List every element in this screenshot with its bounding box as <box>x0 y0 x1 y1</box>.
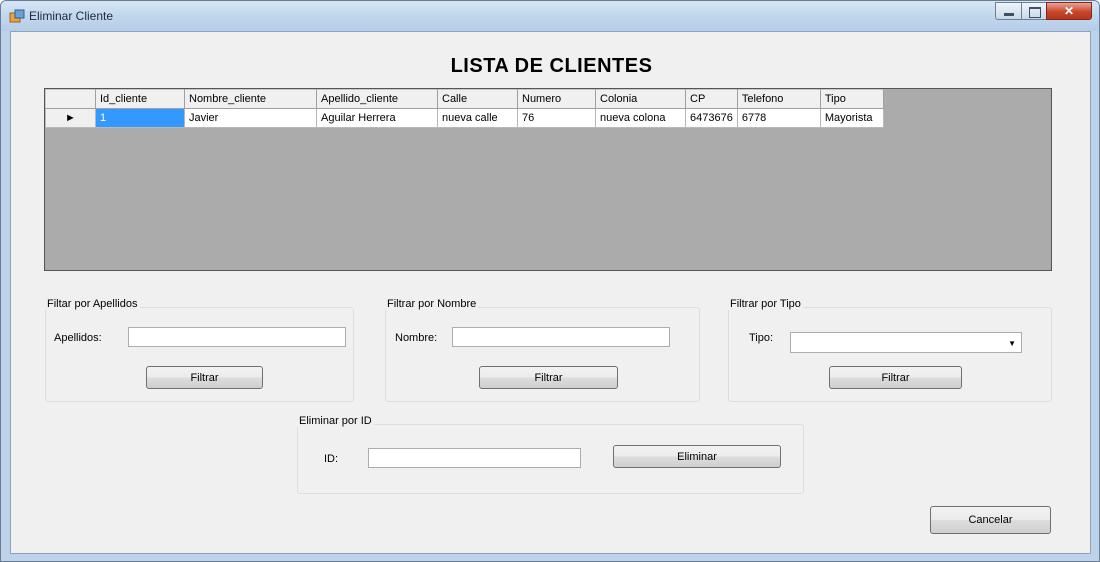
row-header-corner[interactable] <box>45 89 96 109</box>
id-input[interactable] <box>368 448 581 468</box>
form-client-area: LISTA DE CLIENTES Id_cliente Nombre_clie… <box>10 31 1091 554</box>
minimize-icon <box>1004 13 1014 16</box>
app-window: Eliminar Cliente ✕ LISTA DE CLIENTES Id_… <box>0 0 1100 562</box>
maximize-button[interactable] <box>1021 2 1047 20</box>
table-cell[interactable]: Javier <box>184 108 317 128</box>
column-header[interactable]: Colonia <box>595 89 686 109</box>
column-header[interactable]: Id_cliente <box>95 89 185 109</box>
eliminar-legend: Eliminar por ID <box>297 415 374 427</box>
cancel-button[interactable]: Cancelar <box>930 506 1051 534</box>
table-row[interactable]: ► 1 Javier Aguilar Herrera nueva calle 7… <box>45 108 884 128</box>
apellidos-input[interactable] <box>128 327 346 347</box>
page-title: LISTA DE CLIENTES <box>450 55 653 77</box>
column-header[interactable]: Numero <box>517 89 596 109</box>
table-cell[interactable]: Mayorista <box>819 108 884 128</box>
column-header[interactable]: Telefono <box>736 89 821 109</box>
column-header[interactable]: CP <box>685 89 738 109</box>
minimize-button[interactable] <box>995 2 1022 20</box>
table-cell[interactable]: Aguilar Herrera <box>316 108 438 128</box>
row-pointer-icon: ► <box>65 112 76 124</box>
title-bar[interactable]: Eliminar Cliente ✕ <box>1 1 1099 31</box>
tipo-label: Tipo: <box>749 332 774 344</box>
eliminar-button[interactable]: Eliminar <box>613 445 781 468</box>
table-cell[interactable]: 6473676 <box>685 108 738 128</box>
current-row-indicator[interactable]: ► <box>45 108 96 128</box>
table-cell[interactable]: nueva colona <box>595 108 686 128</box>
column-header[interactable]: Apellido_cliente <box>316 89 438 109</box>
window-app-icon <box>9 9 25 23</box>
table-cell[interactable]: 76 <box>517 108 596 128</box>
column-header[interactable]: Nombre_cliente <box>184 89 317 109</box>
table-header-row: Id_cliente Nombre_cliente Apellido_clien… <box>45 89 884 109</box>
chevron-down-icon[interactable]: ▼ <box>1008 339 1016 348</box>
tipo-dropdown[interactable]: ▼ <box>790 332 1022 353</box>
filter-tipo-button[interactable]: Filtrar <box>829 366 962 389</box>
filter-apellidos-legend: Filtar por Apellidos <box>45 298 140 310</box>
filter-tipo-legend: Filtrar por Tipo <box>728 298 803 310</box>
table-cell[interactable]: 6778 <box>736 108 821 128</box>
maximize-icon <box>1029 7 1041 18</box>
table-cell[interactable]: 1 <box>95 108 185 128</box>
filter-apellidos-button[interactable]: Filtrar <box>146 366 263 389</box>
table-cell[interactable]: nueva calle <box>437 108 518 128</box>
close-icon: ✕ <box>1063 4 1075 18</box>
close-button[interactable]: ✕ <box>1046 2 1092 20</box>
clients-data-grid[interactable]: Id_cliente Nombre_cliente Apellido_clien… <box>44 88 1052 271</box>
nombre-input[interactable] <box>452 327 670 347</box>
column-header[interactable]: Tipo <box>819 89 884 109</box>
column-header[interactable]: Calle <box>437 89 518 109</box>
window-title: Eliminar Cliente <box>29 9 114 23</box>
filter-nombre-legend: Filtrar por Nombre <box>385 298 479 310</box>
clients-table: Id_cliente Nombre_cliente Apellido_clien… <box>45 89 884 128</box>
filter-nombre-button[interactable]: Filtrar <box>479 366 618 389</box>
nombre-label: Nombre: <box>395 332 438 344</box>
id-label: ID: <box>324 453 339 465</box>
apellidos-label: Apellidos: <box>54 332 102 344</box>
